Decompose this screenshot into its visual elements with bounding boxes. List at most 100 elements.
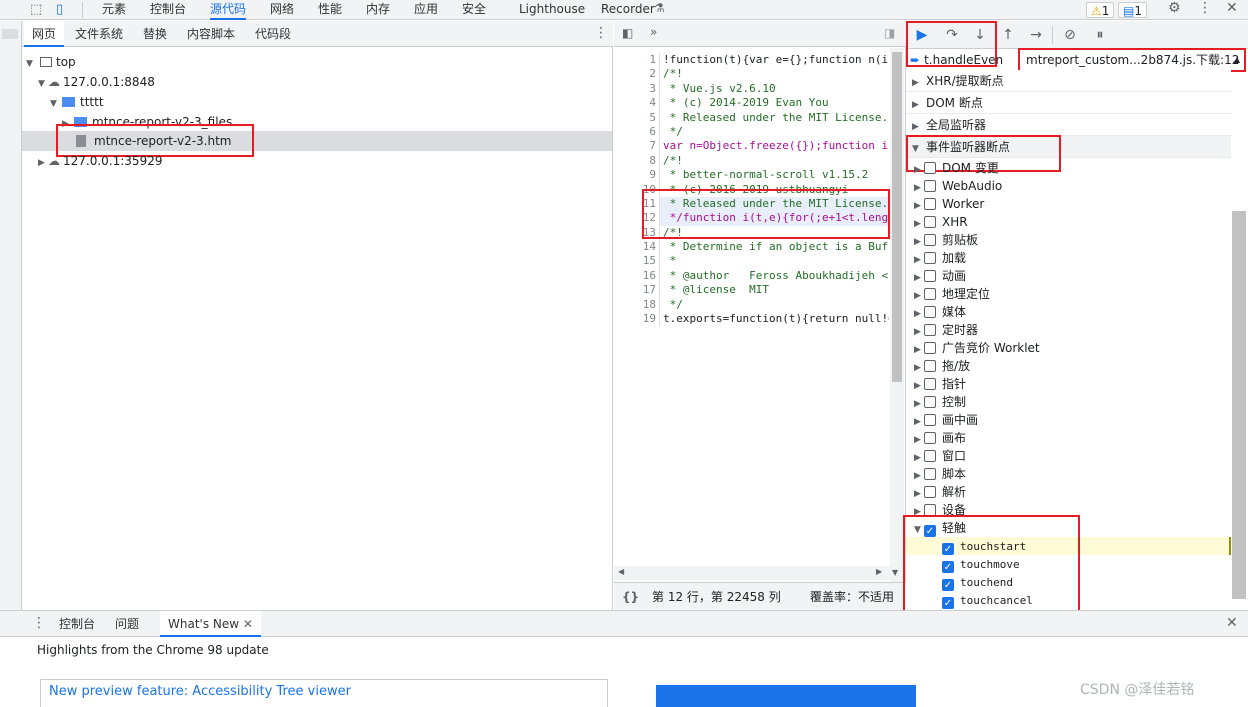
- event-category-item[interactable]: ▶ XHR: [906, 213, 1231, 231]
- tab-lighthouse[interactable]: Lighthouse: [519, 0, 585, 20]
- tree-item-origin-8848[interactable]: ▼ ☁ 127.0.0.1:8848: [38, 72, 155, 92]
- event-category-item[interactable]: ▶ Worker: [906, 195, 1231, 213]
- device-toolbar-icon[interactable]: ▯: [56, 2, 63, 17]
- code-line[interactable]: */: [660, 298, 889, 312]
- more-tabs-icon[interactable]: »: [650, 25, 657, 39]
- event-checkbox[interactable]: [924, 486, 936, 498]
- tab-recorder[interactable]: Recorder: [601, 0, 655, 20]
- event-checkbox[interactable]: [924, 396, 936, 408]
- code-line[interactable]: var n=Object.freeze({});function i(: [660, 139, 889, 153]
- event-category-item[interactable]: ▶ DOM 变更: [906, 159, 1231, 177]
- scroll-down-arrow-icon[interactable]: ▼: [892, 568, 898, 577]
- code-line[interactable]: * @license MIT: [660, 283, 889, 297]
- line-number[interactable]: 9: [614, 168, 656, 182]
- line-number[interactable]: 3: [614, 82, 656, 96]
- event-category-item[interactable]: ▶ 解析: [906, 483, 1231, 501]
- code-line[interactable]: * Vue.js v2.6.10: [660, 82, 889, 96]
- tab-performance[interactable]: 性能: [318, 0, 342, 20]
- nav-tab-page[interactable]: 网页: [24, 21, 65, 47]
- event-category-item[interactable]: ▶ 窗口: [906, 447, 1231, 465]
- tree-item-top[interactable]: ▼ top: [26, 52, 76, 72]
- event-category-item[interactable]: ▶ 地理定位: [906, 285, 1231, 303]
- step-out-icon[interactable]: ↑: [998, 25, 1018, 45]
- close-devtools-icon[interactable]: ✕: [1226, 0, 1238, 16]
- section-xhr-breakpoints[interactable]: ▶ XHR/提取断点: [906, 70, 1231, 92]
- line-number[interactable]: 4: [614, 96, 656, 110]
- line-number[interactable]: 6: [614, 125, 656, 139]
- toggle-navigator-icon[interactable]: ◧: [622, 26, 633, 40]
- toggle-debugger-icon[interactable]: ◨: [884, 26, 895, 40]
- warnings-badge[interactable]: ⚠1: [1086, 2, 1115, 18]
- code-line[interactable]: /*!: [660, 67, 889, 81]
- tab-elements[interactable]: 元素: [102, 0, 126, 20]
- editor-vertical-scrollbar[interactable]: ▼: [890, 48, 904, 582]
- scroll-left-arrow-icon[interactable]: ◀: [618, 567, 624, 576]
- code-line[interactable]: * Determine if an object is a Buff: [660, 240, 889, 254]
- nav-tab-filesystem[interactable]: 文件系统: [75, 21, 123, 47]
- section-global-listeners[interactable]: ▶ 全局监听器: [906, 114, 1231, 136]
- close-tab-icon[interactable]: ✕: [243, 617, 253, 631]
- line-number[interactable]: 16: [614, 269, 656, 283]
- event-checkbox[interactable]: [924, 288, 936, 300]
- code-line[interactable]: * better-normal-scroll v1.15.2: [660, 168, 889, 182]
- tab-application[interactable]: 应用: [414, 0, 438, 20]
- pretty-print-icon[interactable]: {}: [622, 583, 639, 611]
- event-category-item[interactable]: ▶ 画中画: [906, 411, 1231, 429]
- tree-item-folder-ttttt[interactable]: ▼ ttttt: [50, 92, 104, 112]
- event-category-item[interactable]: ▶ 拖/放: [906, 357, 1231, 375]
- feature-link[interactable]: New preview feature: Accessibility Tree …: [49, 684, 351, 699]
- event-checkbox[interactable]: [924, 450, 936, 462]
- event-checkbox[interactable]: [924, 252, 936, 264]
- drawer-tab-console[interactable]: 控制台: [59, 611, 95, 637]
- event-checkbox[interactable]: [924, 198, 936, 210]
- event-category-item[interactable]: ▶ WebAudio: [906, 177, 1231, 195]
- line-number[interactable]: 8: [614, 154, 656, 168]
- close-drawer-icon[interactable]: ✕: [1226, 615, 1238, 631]
- tab-security[interactable]: 安全: [462, 0, 486, 20]
- nav-tab-snippets[interactable]: 代码段: [255, 21, 291, 47]
- event-checkbox[interactable]: [924, 324, 936, 336]
- navigator-more-icon[interactable]: ⋮: [594, 25, 608, 41]
- code-line[interactable]: * Released under the MIT License.: [660, 111, 889, 125]
- tab-network[interactable]: 网络: [270, 0, 294, 20]
- code-line[interactable]: */: [660, 125, 889, 139]
- event-checkbox[interactable]: [924, 360, 936, 372]
- code-line[interactable]: * (c) 2014-2019 Evan You: [660, 96, 889, 110]
- event-checkbox[interactable]: [924, 180, 936, 192]
- scroll-right-arrow-icon[interactable]: ▶: [876, 567, 882, 576]
- event-checkbox[interactable]: [924, 270, 936, 282]
- event-checkbox[interactable]: [924, 468, 936, 480]
- drawer-tab-issues[interactable]: 问题: [115, 611, 139, 637]
- code-line[interactable]: /*!: [660, 154, 889, 168]
- callstack-location[interactable]: mtreport_custom...2b874.js.下载:12 ▲: [1018, 48, 1246, 72]
- settings-gear-icon[interactable]: ⚙: [1168, 0, 1181, 16]
- pause-on-exceptions-icon[interactable]: ⏸: [1090, 25, 1110, 45]
- event-category-item[interactable]: ▶ 动画: [906, 267, 1231, 285]
- scrollbar-thumb[interactable]: [892, 52, 902, 382]
- drawer-menu-icon[interactable]: ⋮: [32, 615, 46, 631]
- event-category-item[interactable]: ▶ 脚本: [906, 465, 1231, 483]
- event-checkbox[interactable]: [924, 306, 936, 318]
- line-number[interactable]: 19: [614, 312, 656, 326]
- event-checkbox[interactable]: [924, 342, 936, 354]
- line-number[interactable]: 17: [614, 283, 656, 297]
- line-number[interactable]: 18: [614, 298, 656, 312]
- code-line[interactable]: *: [660, 254, 889, 268]
- event-category-item[interactable]: ▶ 指针: [906, 375, 1231, 393]
- nav-tab-content-scripts[interactable]: 内容脚本: [187, 21, 235, 47]
- line-number[interactable]: 15: [614, 254, 656, 268]
- sidebar-scrollbar-thumb[interactable]: [1232, 211, 1246, 599]
- event-category-item[interactable]: ▶ 广告竞价 Worklet: [906, 339, 1231, 357]
- code-line[interactable]: t.exports=function(t){return null!=: [660, 312, 889, 326]
- event-category-item[interactable]: ▶ 控制: [906, 393, 1231, 411]
- step-icon[interactable]: →: [1026, 25, 1046, 45]
- event-checkbox[interactable]: [924, 414, 936, 426]
- more-options-icon[interactable]: ⋮: [1198, 0, 1212, 16]
- line-number[interactable]: 5: [614, 111, 656, 125]
- tree-item-origin-35929[interactable]: ▶ ☁ 127.0.0.1:35929: [38, 151, 162, 171]
- event-checkbox[interactable]: [924, 234, 936, 246]
- callstack-frame[interactable]: ➨ t.handleEven: [906, 50, 1017, 70]
- drawer-tab-whats-new[interactable]: What's New ✕: [160, 611, 261, 637]
- event-category-item[interactable]: ▶ 加载: [906, 249, 1231, 267]
- event-checkbox[interactable]: [924, 162, 936, 174]
